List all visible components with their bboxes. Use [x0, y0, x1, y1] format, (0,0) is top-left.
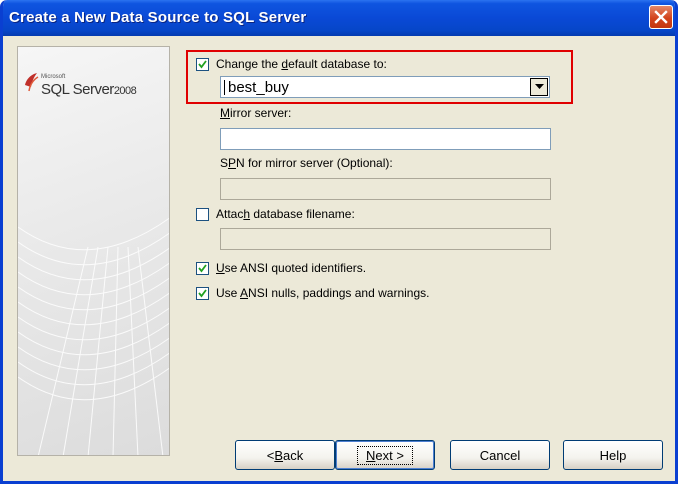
attach-db-row[interactable]: Attach database filename: [196, 206, 355, 222]
spn-label: SPN for mirror server (Optional): [220, 156, 393, 170]
ansi-nulls-label-accel: A [240, 286, 249, 300]
ansi-quoted-label-rest: se ANSI quoted identifiers. [224, 261, 367, 275]
ansi-quoted-label-accel: U [216, 261, 225, 275]
ansi-quoted-row[interactable]: Use ANSI quoted identifiers. [196, 260, 366, 276]
checkmark-icon [198, 288, 207, 297]
mirror-server-label-accel: M [220, 106, 230, 120]
spn-label-pre: S [220, 156, 229, 170]
next-button[interactable]: Next > [335, 440, 435, 470]
back-button-pre: < [266, 447, 275, 463]
ansi-nulls-label-post: NSI nulls, paddings and warnings. [248, 286, 430, 300]
ansi-quoted-label: Use ANSI quoted identifiers. [216, 261, 366, 275]
attach-db-label-pre: Attac [216, 207, 244, 221]
cancel-button[interactable]: Cancel [450, 440, 550, 470]
ansi-quoted-checkbox[interactable] [196, 261, 209, 275]
dialog-window: Create a New Data Source to SQL Server M… [0, 0, 678, 484]
ansi-nulls-row[interactable]: Use ANSI nulls, paddings and warnings. [196, 285, 429, 301]
attach-db-label: Attach database filename: [216, 207, 355, 221]
next-button-focus: Next > [357, 445, 413, 465]
logo-product-text: SQL Server2008 [41, 81, 137, 98]
close-icon [654, 10, 668, 24]
logo-microsoft-text: Microsoft [41, 74, 66, 80]
ansi-nulls-checkbox[interactable] [196, 286, 209, 300]
next-button-post: ext > [375, 447, 404, 463]
mirror-server-input[interactable] [220, 128, 551, 150]
spn-label-post: N for mirror server (Optional): [236, 156, 393, 170]
sql-server-banner: Microsoft SQL Server2008 [17, 46, 170, 456]
back-button-accel: B [274, 447, 284, 463]
window-title: Create a New Data Source to SQL Server [9, 9, 307, 26]
mirror-server-label-rest: irror server: [230, 106, 292, 120]
dialog-content: Microsoft SQL Server2008 Change the defa… [3, 36, 675, 481]
close-button[interactable] [649, 5, 673, 29]
title-bar[interactable]: Create a New Data Source to SQL Server [3, 0, 675, 36]
ansi-nulls-label: Use ANSI nulls, paddings and warnings. [216, 286, 429, 300]
back-button[interactable]: < Back [235, 440, 335, 470]
banner-wave-graphic [18, 217, 169, 455]
attach-db-label-post: database filename: [250, 207, 355, 221]
logo-version: 2008 [113, 85, 137, 97]
spn-label-accel: P [228, 156, 237, 170]
highlight-box [186, 50, 573, 104]
back-button-post: ack [283, 447, 304, 463]
attach-db-input [220, 228, 551, 250]
ansi-nulls-label-pre: Use [216, 286, 241, 300]
attach-db-checkbox[interactable] [196, 207, 209, 221]
mirror-server-label: Mirror server: [220, 106, 291, 120]
next-button-accel: N [366, 447, 376, 463]
sql-server-logo-icon [25, 73, 39, 92]
logo-product-name: SQL Server [41, 81, 114, 98]
spn-input [220, 178, 551, 200]
help-button[interactable]: Help [563, 440, 663, 470]
checkmark-icon [198, 263, 207, 272]
